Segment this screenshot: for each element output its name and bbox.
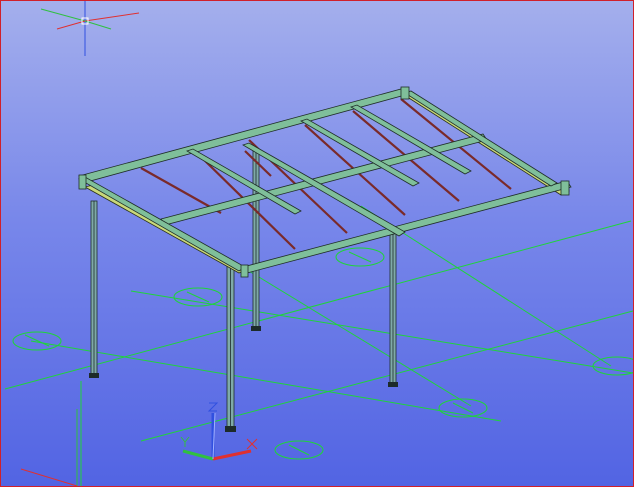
roof-framing <box>78 86 572 278</box>
crosshair-cursor-icon <box>40 1 140 56</box>
world-axes <box>20 409 78 486</box>
cross-beam[interactable] <box>404 90 558 187</box>
column[interactable] <box>225 260 236 432</box>
ucs-icon <box>180 402 258 461</box>
structure-scene <box>4 1 633 486</box>
column[interactable] <box>388 230 398 387</box>
roof-beam[interactable] <box>242 180 572 274</box>
cross-beam[interactable] <box>350 104 472 175</box>
model-viewport-3d[interactable] <box>0 0 634 487</box>
cross-beam[interactable] <box>78 176 246 272</box>
column[interactable] <box>251 150 261 331</box>
